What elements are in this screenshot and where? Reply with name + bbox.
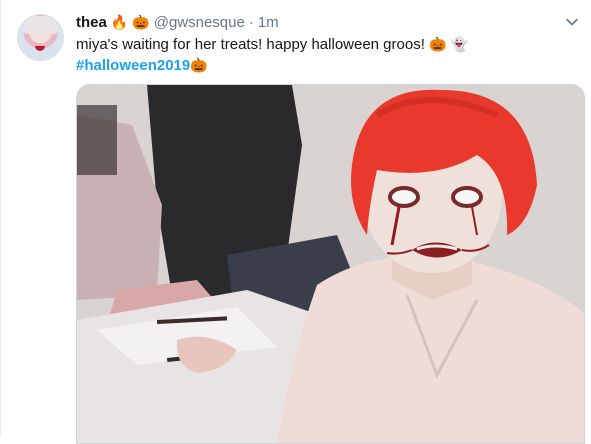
tweet-text: miya's waiting for her treats! happy hal… <box>76 36 468 53</box>
user-handle[interactable]: @gwsnesque <box>154 14 245 31</box>
tweet-card[interactable]: thea 🔥 🎃 @gwsnesque · 1m miya's waiting … <box>0 0 591 444</box>
tweet-media-video[interactable] <box>76 84 585 444</box>
fire-emoji: 🔥 <box>110 14 129 30</box>
pumpkin-emoji: 🎃 <box>429 36 447 52</box>
chevron-down-icon[interactable] <box>564 14 580 30</box>
ghost-emoji: 👻 <box>450 36 469 52</box>
user-avatar[interactable] <box>17 14 64 61</box>
tweet-text-content: miya's waiting for her treats! happy hal… <box>76 36 425 53</box>
tweet-header: thea 🔥 🎃 @gwsnesque · 1m <box>76 12 279 32</box>
avatar-mouth <box>35 46 45 51</box>
media-scene <box>77 85 584 443</box>
pumpkin-emoji: 🎃 <box>132 14 150 30</box>
pumpkin-emoji: 🎃 <box>190 57 208 73</box>
hashtag-line: #halloween2019🎃 <box>76 57 208 74</box>
separator-dot: · <box>248 13 254 31</box>
hashtag-link[interactable]: #halloween2019 <box>76 57 190 74</box>
display-name[interactable]: thea <box>76 14 107 31</box>
timestamp[interactable]: 1m <box>258 14 279 31</box>
avatar-hair <box>23 16 58 34</box>
